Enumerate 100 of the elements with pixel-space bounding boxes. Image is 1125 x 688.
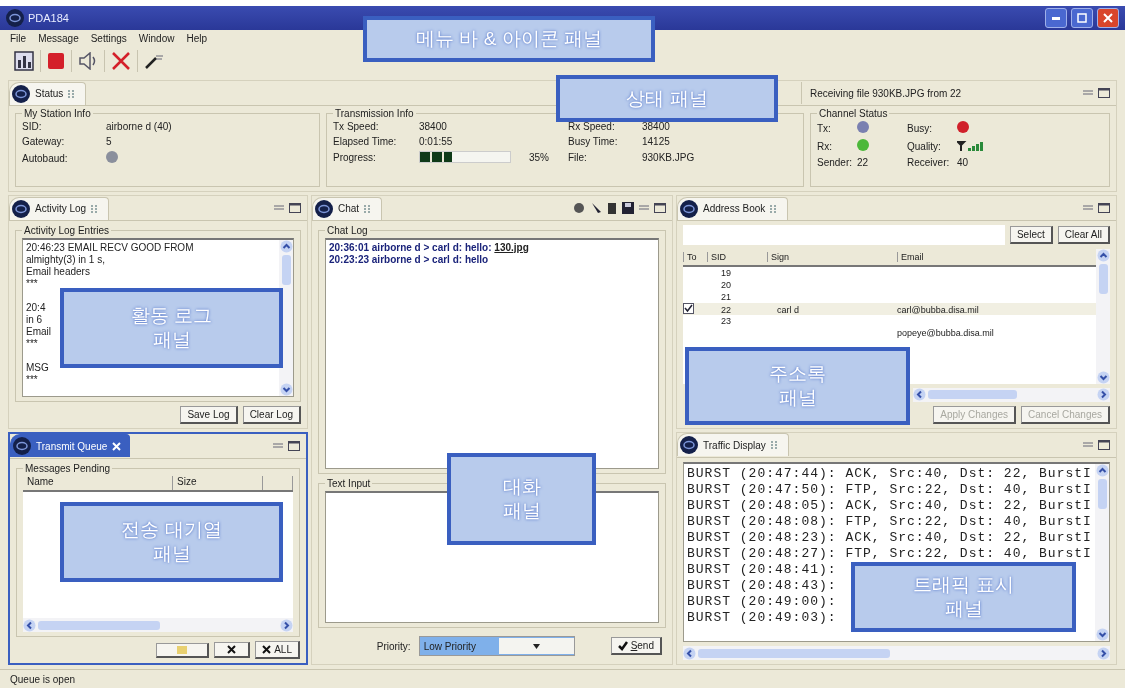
logo-icon — [13, 437, 31, 455]
delete-button[interactable] — [214, 642, 251, 658]
scroll-thumb[interactable] — [928, 390, 1017, 399]
log-line: almighty(3) in 1 s, — [26, 254, 105, 266]
x-mark-icon[interactable] — [262, 645, 272, 654]
scroll-thumb[interactable] — [698, 648, 891, 658]
address-row[interactable]: 23 — [683, 315, 1096, 327]
vertical-scrollbar[interactable] — [1096, 249, 1110, 384]
file-link[interactable]: 130.jpg — [494, 242, 529, 253]
address-row[interactable]: popeye@bubba.disa.mil — [683, 327, 1096, 339]
scroll-thumb[interactable] — [1098, 264, 1108, 294]
scroll-right-icon[interactable] — [280, 618, 293, 632]
vertical-scrollbar[interactable] — [1095, 463, 1109, 641]
panel-tab[interactable]: Status — [9, 81, 87, 105]
maximize-icon[interactable] — [654, 203, 666, 213]
send-button[interactable]: Send — [610, 637, 662, 655]
scroll-up-icon[interactable] — [1095, 463, 1109, 477]
callout-label: 메뉴 바 & 아이콘 패널 — [363, 16, 655, 62]
menu-item[interactable]: Help — [186, 32, 207, 44]
group-title: Messages Pending — [24, 462, 112, 474]
delete-all-button[interactable]: ALL — [255, 641, 300, 659]
priority-label: Priority: — [376, 640, 411, 652]
address-button[interactable]: Clear All — [1057, 226, 1110, 244]
chart-icon[interactable] — [14, 51, 34, 71]
table-cell: 19 — [721, 268, 731, 278]
scroll-up-icon[interactable] — [1096, 249, 1110, 262]
address-button[interactable]: Select — [1009, 226, 1053, 244]
menu-item[interactable]: Message — [38, 32, 79, 44]
address-row[interactable]: 21 — [683, 291, 1096, 303]
close-button[interactable] — [1097, 8, 1119, 28]
column-header[interactable]: To — [683, 252, 707, 262]
group-title: Chat Log — [326, 225, 369, 236]
log-line: *** — [26, 374, 38, 386]
maximize-icon[interactable] — [1098, 88, 1110, 98]
panel-tab[interactable]: Transmit Queue — [10, 434, 131, 457]
panel-tab[interactable]: Address Book — [677, 196, 789, 220]
scroll-left-icon[interactable] — [913, 388, 926, 401]
panel-tab[interactable]: Traffic Display — [677, 433, 789, 456]
traffic-line: BURST (20:48:27): FTP, Src:22, Dst: 40, BurstI — [687, 545, 1092, 562]
traffic-line: BURST (20:47:44): ACK, Src:40, Dst: 22, BurstI — [687, 465, 1092, 482]
menu-item[interactable]: Window — [138, 32, 175, 44]
column-header[interactable]: Name — [23, 475, 173, 490]
scroll-down-icon[interactable] — [1095, 628, 1109, 641]
scroll-down-icon[interactable] — [279, 382, 293, 396]
maximize-icon[interactable] — [289, 203, 301, 213]
horizontal-scrollbar[interactable] — [683, 646, 1110, 660]
panel-tab[interactable]: Chat — [312, 196, 383, 220]
close-icon[interactable] — [112, 441, 122, 451]
field-label: Busy Time: — [568, 136, 618, 148]
caret-icon — [532, 643, 540, 649]
maximize-icon[interactable] — [1098, 203, 1110, 213]
scroll-up-icon[interactable] — [279, 240, 293, 253]
scroll-thumb[interactable] — [38, 620, 160, 630]
speaker-icon[interactable] — [78, 52, 98, 70]
search-field[interactable] — [683, 225, 1005, 245]
log-button[interactable]: Clear Log — [242, 405, 301, 424]
scroll-right-icon[interactable] — [1097, 646, 1110, 660]
stop-icon[interactable] — [47, 52, 65, 70]
group-title: Activity Log Entries — [23, 225, 111, 236]
address-row[interactable]: 20 — [683, 279, 1096, 291]
scroll-right-icon[interactable] — [1097, 388, 1110, 401]
maximize-icon[interactable] — [1098, 439, 1110, 450]
minimize-icon — [1052, 16, 1060, 20]
traffic-line: BURST (20:48:23): ACK, Src:40, Dst: 22, BurstI — [687, 529, 1092, 546]
scroll-thumb[interactable] — [281, 255, 291, 285]
column-header[interactable]: Size — [173, 475, 263, 490]
minimize-button[interactable] — [1045, 8, 1067, 28]
scroll-left-icon[interactable] — [23, 618, 36, 632]
field-label: Tx: — [817, 122, 832, 134]
callout-label: 트래픽 표시 패널 — [851, 562, 1076, 632]
menu-item[interactable]: File — [10, 32, 27, 44]
horizontal-scrollbar[interactable] — [23, 618, 293, 632]
log-button[interactable]: Save Log — [180, 405, 238, 424]
app-logo-icon — [6, 9, 24, 27]
menu-item[interactable]: Settings — [90, 32, 127, 44]
scroll-left-icon[interactable] — [683, 646, 696, 660]
scroll-down-icon[interactable] — [1096, 370, 1110, 384]
field-value: 930KB.JPG — [642, 151, 695, 163]
panel-tab[interactable]: Activity Log — [9, 196, 110, 220]
save-icon[interactable] — [622, 202, 634, 214]
priority-dropdown[interactable]: Low Priority — [418, 636, 575, 656]
status-message: Receiving file 930KB.JPG from 22 — [801, 82, 1078, 104]
field-label: Busy: — [907, 122, 933, 134]
field-label: File: — [568, 151, 587, 163]
x-mark-icon[interactable] — [227, 645, 237, 654]
checkbox[interactable] — [683, 303, 694, 314]
grip-icon — [770, 441, 780, 449]
address-row[interactable]: 19 — [683, 267, 1096, 279]
address-row[interactable]: 22 carl d carl@bubba.disa.mil — [683, 303, 1096, 315]
restore-button[interactable] — [1071, 8, 1093, 28]
field-value: 5 — [106, 136, 112, 147]
maximize-icon[interactable] — [288, 440, 300, 451]
log-line: *** — [26, 338, 38, 350]
queue-button[interactable] — [156, 642, 210, 658]
column-header[interactable]: Sign — [767, 252, 897, 262]
scroll-thumb[interactable] — [1097, 478, 1107, 509]
logo-icon — [680, 436, 698, 454]
column-header[interactable]: SID — [707, 252, 767, 262]
group-title: Text Input — [326, 478, 372, 489]
horizontal-scrollbar[interactable] — [913, 387, 1110, 402]
